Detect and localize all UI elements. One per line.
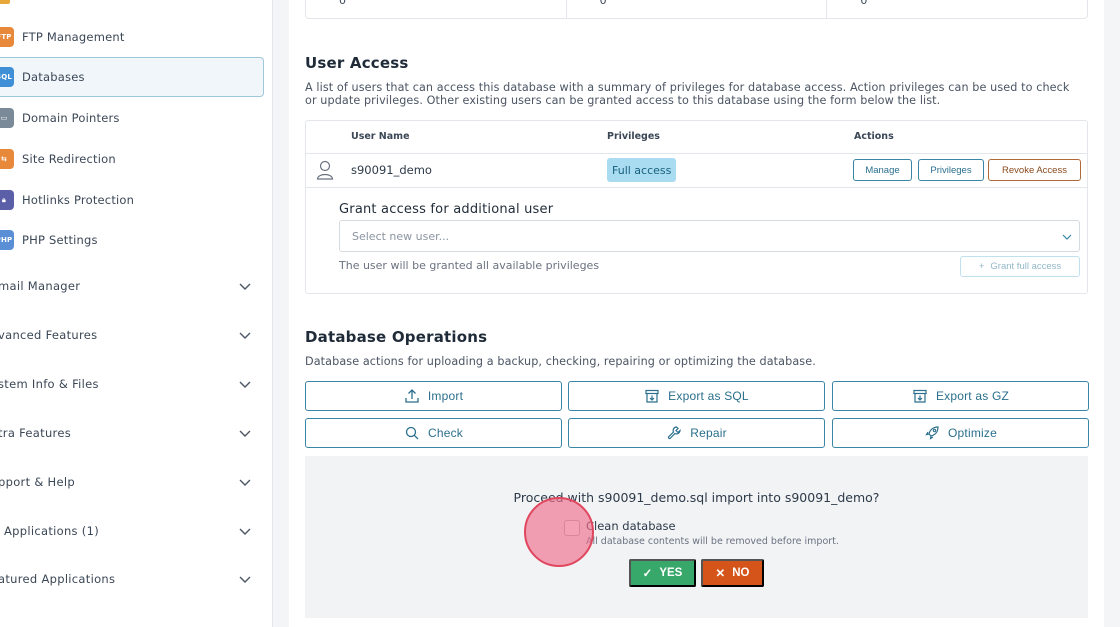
- grant-access-title: Grant access for additional user: [339, 202, 554, 217]
- wrench-icon: [668, 426, 681, 440]
- chevron-down-icon: [239, 430, 251, 437]
- user-access-description: A list of users that can access this dat…: [305, 81, 1070, 107]
- stats-bar: 0 0 0: [305, 0, 1088, 19]
- sidebar-group-system-info[interactable]: stem Info & Files: [0, 369, 264, 399]
- check-button[interactable]: Check: [305, 418, 562, 448]
- sidebar-group-label: pport & Help: [0, 475, 75, 489]
- lock-icon: 🔒︎: [0, 190, 14, 210]
- sidebar-group-label: mail Manager: [0, 279, 81, 293]
- privilege-badge: Full access: [607, 158, 677, 182]
- chevron-down-icon: [1062, 234, 1072, 240]
- sidebar-item-php-settings[interactable]: PHP PHP Settings: [0, 220, 264, 260]
- column-header-actions: Actions: [854, 131, 894, 142]
- database-operations-title: Database Operations: [305, 328, 488, 346]
- sql-database-icon: SQL: [0, 67, 14, 87]
- sidebar-item-databases[interactable]: SQL Databases: [0, 57, 264, 97]
- export-sql-label: Export as SQL: [668, 389, 749, 403]
- chevron-down-icon: [239, 528, 251, 535]
- sidebar-group-label: Applications (1): [4, 524, 99, 538]
- yes-button[interactable]: ✓ YES: [629, 559, 696, 587]
- row-divider: [306, 187, 1087, 188]
- optimize-button[interactable]: Optimize: [832, 418, 1089, 448]
- sidebar-item-label: Databases: [22, 70, 85, 84]
- import-label: Import: [427, 389, 464, 403]
- clean-database-label: Clean database: [586, 519, 676, 533]
- archive-icon: [913, 389, 927, 403]
- export-gz-button[interactable]: Export as GZ: [832, 381, 1089, 411]
- privileges-button[interactable]: Privileges: [918, 159, 984, 181]
- ftp-icon: FTP: [0, 27, 14, 47]
- revoke-access-button[interactable]: Revoke Access: [988, 159, 1081, 181]
- sidebar-group-label: stem Info & Files: [0, 377, 99, 391]
- signpost-icon: ⇆: [0, 149, 14, 169]
- rocket-icon: [925, 426, 939, 440]
- sidebar-group-extra-features[interactable]: tra Features: [0, 418, 264, 448]
- user-icon: [316, 160, 334, 180]
- chevron-down-icon: [239, 381, 251, 388]
- column-header-privileges: Privileges: [607, 131, 660, 142]
- sidebar-group-advanced-features[interactable]: vanced Features: [0, 320, 264, 350]
- sidebar-group-label: vanced Features: [0, 328, 98, 342]
- user-access-title: User Access: [305, 54, 409, 72]
- column-header-user-name: User Name: [351, 131, 410, 142]
- chevron-down-icon: [239, 576, 251, 583]
- sidebar-group-label: atured Applications: [0, 572, 116, 586]
- sidebar-item-site-redirection[interactable]: ⇆ Site Redirection: [0, 139, 264, 179]
- search-icon: [405, 426, 419, 440]
- close-icon: ✕: [715, 568, 726, 580]
- main-content: 0 0 0 User Access A list of users that c…: [289, 0, 1104, 627]
- grant-hint: The user will be granted all available p…: [339, 259, 600, 272]
- stat-value: 0: [860, 0, 868, 7]
- import-confirmation-panel: Proceed with s90091_demo.sql import into…: [305, 456, 1088, 618]
- php-icon: PHP: [0, 230, 14, 250]
- sidebar: FTP FTP Management SQL Databases ▭ Domai…: [0, 0, 273, 627]
- domain-pointer-icon: ▭: [0, 108, 14, 128]
- sidebar-item-label: Site Redirection: [22, 152, 116, 166]
- chevron-down-icon: [239, 479, 251, 486]
- repair-label: Repair: [690, 426, 727, 440]
- optimize-label: Optimize: [948, 426, 997, 440]
- yes-label: YES: [659, 567, 683, 579]
- sidebar-group-label: tra Features: [0, 426, 71, 440]
- export-sql-button[interactable]: Export as SQL: [568, 381, 825, 411]
- upload-icon: [405, 389, 419, 403]
- database-operations-description: Database actions for uploading a backup,…: [305, 355, 816, 368]
- manage-button[interactable]: Manage: [853, 159, 912, 181]
- archive-icon: [645, 389, 659, 403]
- sidebar-item-label: Domain Pointers: [22, 111, 120, 125]
- stat-value: 0: [306, 0, 567, 18]
- clean-database-hint: All database contents will be removed be…: [586, 536, 839, 547]
- sidebar-item-domain-pointers[interactable]: ▭ Domain Pointers: [0, 98, 264, 138]
- row-divider: [306, 153, 1087, 154]
- grant-full-access-button[interactable]: + Grant full access: [960, 256, 1080, 277]
- user-name: s90091_demo: [351, 163, 432, 177]
- no-button[interactable]: ✕ NO: [701, 559, 764, 587]
- clean-database-checkbox[interactable]: [564, 520, 580, 536]
- plus-icon: +: [978, 261, 985, 272]
- sidebar-item-label: Hotlinks Protection: [22, 193, 135, 207]
- sidebar-item-hotlinks-protection[interactable]: 🔒︎ Hotlinks Protection: [0, 180, 264, 220]
- select-new-user-dropdown[interactable]: Select new user...: [339, 220, 1080, 252]
- confirmation-question: Proceed with s90091_demo.sql import into…: [513, 490, 880, 505]
- no-label: NO: [732, 567, 750, 579]
- export-gz-label: Export as GZ: [935, 389, 1010, 403]
- repair-button[interactable]: Repair: [568, 418, 825, 448]
- chevron-down-icon: [239, 332, 251, 339]
- check-label: Check: [427, 426, 463, 440]
- import-button[interactable]: Import: [305, 381, 562, 411]
- check-icon: ✓: [642, 568, 653, 580]
- sidebar-group-featured-applications[interactable]: atured Applications: [0, 564, 264, 594]
- sidebar-group-support-help[interactable]: pport & Help: [0, 467, 264, 497]
- chevron-down-icon: [239, 283, 251, 290]
- stat-value: 0: [567, 0, 828, 18]
- sidebar-group-email-manager[interactable]: mail Manager: [0, 271, 264, 301]
- sidebar-item-label: FTP Management: [22, 30, 125, 44]
- sidebar-top-icon: [0, 0, 10, 4]
- sidebar-item-ftp-management[interactable]: FTP FTP Management: [0, 17, 264, 57]
- grant-button-label: Grant full access: [990, 261, 1062, 272]
- select-placeholder: Select new user...: [352, 229, 450, 243]
- user-access-table: User Name Privileges Actions s90091_demo…: [305, 120, 1088, 294]
- sidebar-group-applications[interactable]: Applications (1): [0, 516, 264, 546]
- sidebar-item-label: PHP Settings: [22, 233, 98, 247]
